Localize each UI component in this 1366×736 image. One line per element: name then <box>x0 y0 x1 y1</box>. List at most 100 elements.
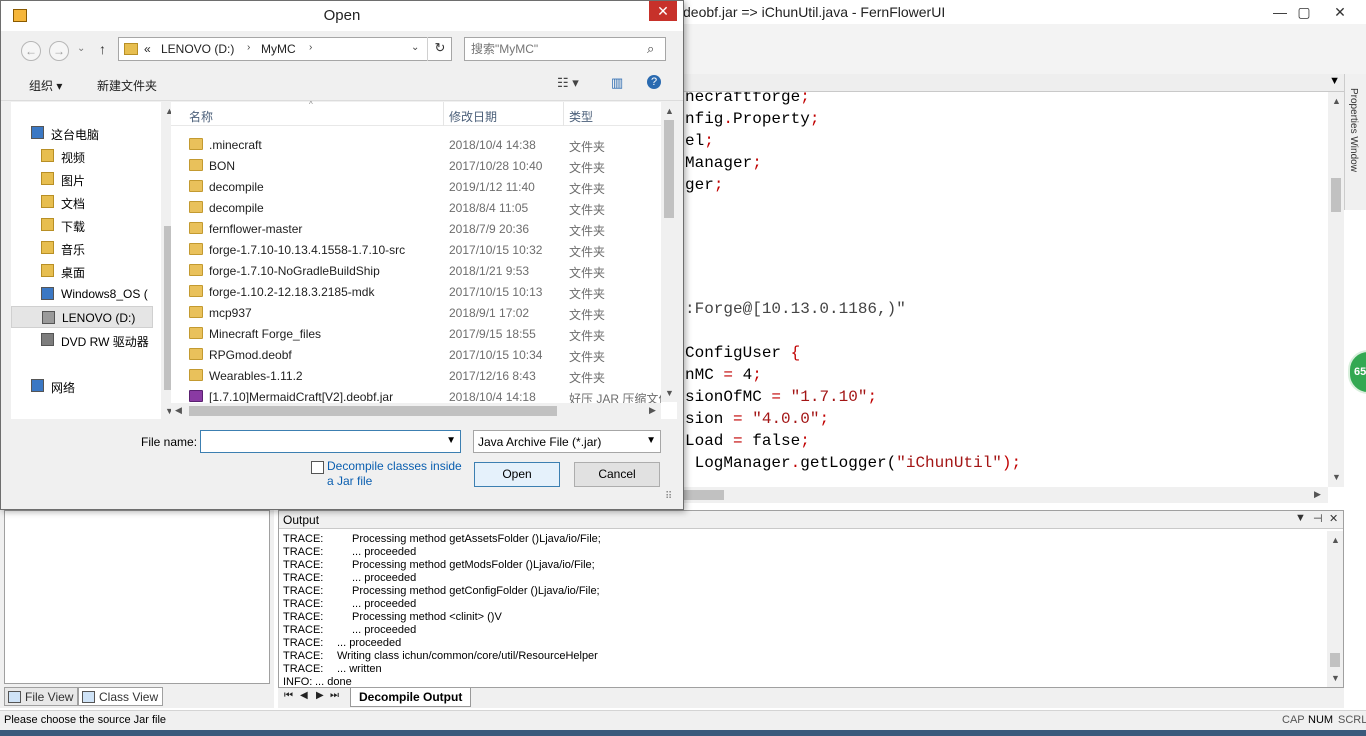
chevron-right-icon[interactable]: › <box>309 42 312 53</box>
prev-tab-icon[interactable]: ◀ <box>300 690 308 701</box>
open-button[interactable]: Open <box>474 462 560 487</box>
file-date: 2017/9/15 18:55 <box>449 327 536 341</box>
nav-item-label: DVD RW 驱动器 <box>61 335 149 349</box>
close-window-button[interactable]: ✕ <box>1326 2 1354 22</box>
file-name-input[interactable] <box>205 434 435 449</box>
next-tab-icon[interactable]: ▶ <box>316 690 324 701</box>
search-box[interactable]: ⌕ <box>464 37 666 61</box>
up-button[interactable]: ↑ <box>99 41 106 57</box>
code-token: = <box>733 432 743 450</box>
scroll-thumb[interactable] <box>664 120 674 218</box>
videos-folder-icon <box>41 149 54 162</box>
scroll-thumb[interactable] <box>1331 178 1341 212</box>
file-type: 文件夹 <box>569 203 606 217</box>
file-row[interactable]: BON 2017/10/28 10:40 文件夹 <box>171 155 661 176</box>
first-tab-icon[interactable]: ⏮ <box>284 690 293 701</box>
chevron-down-icon[interactable]: ▼ <box>646 435 656 446</box>
file-horizontal-scrollbar[interactable]: ◀ ▶ <box>171 403 661 419</box>
scroll-thumb[interactable] <box>189 406 557 416</box>
chevron-down-icon[interactable]: ⌄ <box>411 42 419 53</box>
nav-item[interactable]: LENOVO (D:) <box>11 306 153 328</box>
maximize-button[interactable]: ▢ <box>1290 2 1318 22</box>
view-options-icon[interactable]: ☷ ▾ <box>557 75 579 91</box>
file-row[interactable]: forge-1.7.10-10.13.4.1558-1.7.10-src 2017… <box>171 239 661 260</box>
output-log[interactable]: TRACE: Processing method getAssetsFolder … <box>283 533 1323 687</box>
network-icon <box>31 379 44 392</box>
tab-class-view[interactable]: Class View <box>78 687 164 706</box>
output-vertical-scrollbar[interactable]: ▲ ▼ <box>1327 531 1343 687</box>
status-message: Please choose the source Jar file <box>4 714 167 726</box>
folder-icon <box>189 222 203 234</box>
nav-item[interactable]: 音乐 <box>11 237 153 259</box>
refresh-button[interactable]: ↻ <box>427 37 452 61</box>
breadcrumb-overflow[interactable]: « <box>144 42 151 56</box>
file-row[interactable]: decompile 2019/1/12 11:40 文件夹 <box>171 176 661 197</box>
file-row[interactable]: RPGmod.deobf 2017/10/15 10:34 文件夹 <box>171 344 661 365</box>
file-row[interactable]: .minecraft 2018/10/4 14:38 文件夹 <box>171 134 661 155</box>
decompile-inside-jar-label[interactable]: Decompile classes inside a Jar file <box>327 459 467 489</box>
nav-item[interactable]: Windows8_OS ( <box>11 283 153 305</box>
chevron-right-icon[interactable]: › <box>247 42 250 53</box>
recent-locations-icon[interactable]: ⌄ <box>77 43 85 54</box>
floating-badge[interactable]: 65 <box>1348 350 1366 394</box>
nav-item[interactable]: 这台电脑 <box>11 122 153 144</box>
tab-file-view[interactable]: File View <box>4 687 79 706</box>
class-tree[interactable] <box>4 510 270 684</box>
editor-vertical-scrollbar[interactable]: ▲ ▼ <box>1328 92 1344 487</box>
nav-item[interactable]: 文档 <box>11 191 153 213</box>
nav-item[interactable]: 下载 <box>11 214 153 236</box>
nav-item[interactable]: 视频 <box>11 145 153 167</box>
address-bar[interactable]: « LENOVO (D:) › MyMC › ⌄ <box>118 37 452 61</box>
chevron-down-icon[interactable]: ▼ <box>1295 512 1306 524</box>
file-type-select[interactable]: Java Archive File (*.jar) ▼ <box>473 430 661 453</box>
file-name: RPGmod.deobf <box>209 348 292 362</box>
cancel-button[interactable]: Cancel <box>574 462 660 487</box>
close-icon[interactable]: ✕ <box>1329 512 1338 525</box>
properties-window-tab[interactable]: Properties Window <box>1344 74 1366 210</box>
scroll-thumb[interactable] <box>1330 653 1340 667</box>
tab-decompile-output[interactable]: Decompile Output <box>350 688 472 707</box>
file-vertical-scrollbar[interactable]: ▲ ▼ <box>661 102 677 402</box>
organize-menu[interactable]: 组织 ▾ <box>29 77 62 94</box>
help-icon[interactable]: ? <box>647 75 661 89</box>
nav-item[interactable]: 图片 <box>11 168 153 190</box>
column-headers: ^ 名称 修改日期 类型 <box>171 100 661 126</box>
dialog-close-button[interactable]: ✕ <box>649 1 677 21</box>
editor-dropdown-icon[interactable]: ▼ <box>1329 75 1340 87</box>
nav-item[interactable]: 网络 <box>11 375 153 397</box>
code-token: nMC <box>685 366 724 384</box>
file-date: 2018/8/4 11:05 <box>449 201 529 215</box>
file-row[interactable]: forge-1.7.10-NoGradleBuildShip 2018/1/21 … <box>171 260 661 281</box>
last-tab-icon[interactable]: ⏭ <box>330 690 339 701</box>
preview-pane-icon[interactable]: ▥ <box>611 75 623 91</box>
file-date: 2017/10/28 10:40 <box>449 159 543 173</box>
code-token: ; <box>809 110 820 128</box>
back-button[interactable]: ← <box>21 41 41 61</box>
file-name-combo[interactable]: ▼ <box>200 430 461 453</box>
search-icon[interactable]: ⌕ <box>647 41 654 57</box>
log-level: TRACE: <box>283 663 324 675</box>
nav-item[interactable]: 桌面 <box>11 260 153 282</box>
scroll-thumb[interactable] <box>678 490 724 500</box>
nav-item[interactable]: DVD RW 驱动器 <box>11 329 153 351</box>
breadcrumb-mymc[interactable]: MyMC <box>261 42 296 56</box>
column-header-type[interactable]: 类型 <box>569 108 593 125</box>
search-input[interactable] <box>471 41 641 57</box>
file-row[interactable]: Minecraft Forge_files 2017/9/15 18:55 文件夹 <box>171 323 661 344</box>
file-row[interactable]: decompile 2018/8/4 11:05 文件夹 <box>171 197 661 218</box>
new-folder-button[interactable]: 新建文件夹 <box>97 77 157 94</box>
file-row[interactable]: Wearables-1.11.2 2017/12/16 8:43 文件夹 <box>171 365 661 386</box>
column-header-name[interactable]: 名称 <box>189 108 213 125</box>
folder-icon <box>124 43 138 55</box>
chevron-down-icon[interactable]: ▼ <box>446 435 456 446</box>
decompile-inside-jar-checkbox[interactable] <box>311 461 324 474</box>
file-row[interactable]: mcp937 2018/9/1 17:02 文件夹 <box>171 302 661 323</box>
breadcrumb-drive[interactable]: LENOVO (D:) <box>161 42 234 56</box>
forward-button[interactable]: → <box>49 41 69 61</box>
file-row[interactable]: fernflower-master 2018/7/9 20:36 文件夹 <box>171 218 661 239</box>
pin-icon[interactable]: ⊣ <box>1313 512 1323 525</box>
command-bar: 组织 ▾ 新建文件夹 ☷ ▾ ▥ ? <box>1 67 683 101</box>
column-header-date[interactable]: 修改日期 <box>449 108 497 125</box>
resize-grip-icon[interactable]: ⠿ <box>665 491 672 502</box>
file-row[interactable]: forge-1.10.2-12.18.3.2185-mdk 2017/10/15 … <box>171 281 661 302</box>
